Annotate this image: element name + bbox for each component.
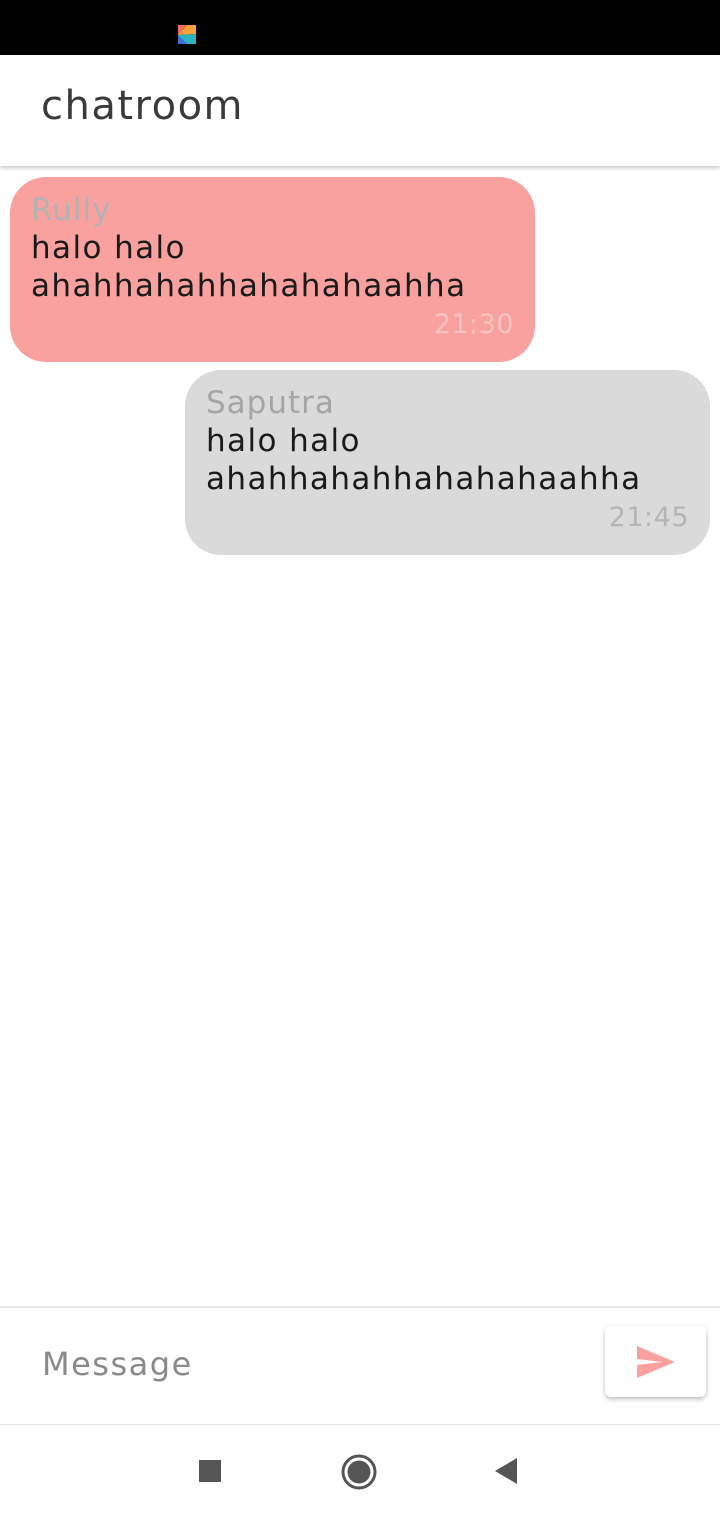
message-list[interactable]: Rully halo halo ahahhahahhahahahaahha 21… bbox=[0, 166, 720, 1306]
message-bubble-incoming[interactable]: Rully halo halo ahahhahahhahahahaahha 21… bbox=[10, 177, 535, 362]
message-input[interactable] bbox=[20, 1328, 580, 1400]
composer-bar bbox=[0, 1308, 720, 1424]
back-button[interactable] bbox=[486, 1451, 526, 1491]
message-text: halo halo ahahhahahhahahahaahha bbox=[206, 423, 642, 497]
circle-icon bbox=[341, 1454, 377, 1490]
home-button[interactable] bbox=[339, 1452, 379, 1492]
message-time: 21:45 bbox=[608, 502, 689, 533]
send-button[interactable] bbox=[605, 1326, 706, 1397]
message-sender: Rully bbox=[31, 192, 112, 228]
system-nav-bar bbox=[0, 1425, 720, 1520]
send-icon bbox=[636, 1345, 675, 1378]
message-time: 21:30 bbox=[433, 309, 514, 340]
page-title: chatroom bbox=[41, 83, 245, 129]
kite-app-icon bbox=[178, 25, 196, 44]
status-bar bbox=[0, 0, 720, 55]
message-sender: Saputra bbox=[206, 385, 335, 421]
app-bar: chatroom bbox=[0, 55, 720, 166]
triangle-back-icon bbox=[495, 1458, 517, 1484]
recents-button[interactable] bbox=[190, 1451, 230, 1491]
square-icon bbox=[199, 1460, 221, 1482]
message-text: halo halo ahahhahahhahahahaahha bbox=[31, 230, 467, 304]
message-bubble-outgoing[interactable]: Saputra halo halo ahahhahahhahahahaahha … bbox=[185, 370, 710, 555]
